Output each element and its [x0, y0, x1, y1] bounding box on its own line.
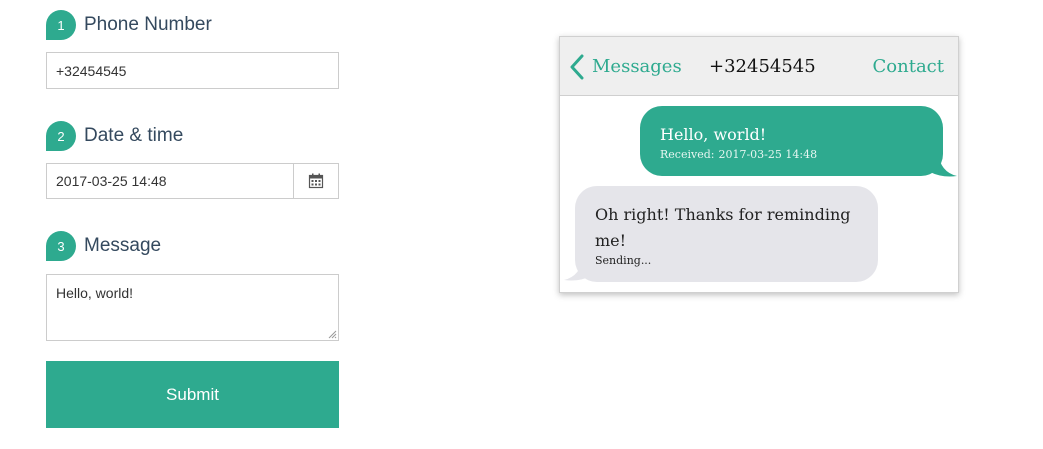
message-label: Message — [84, 235, 162, 256]
message-time: 2017-03-25 14:48 — [718, 148, 818, 161]
message-bubble-incoming: Oh right! Thanks for reminding me! Sendi… — [575, 186, 878, 282]
message-step-header: 3 Message — [46, 231, 161, 261]
message-status: Received: — [660, 148, 715, 161]
datetime-input[interactable]: 2017-03-25 14:48 — [46, 163, 339, 199]
contact-button[interactable]: Contact — [873, 37, 944, 96]
submit-button[interactable]: Submit — [46, 361, 339, 428]
message-bubble-outgoing: Hello, world! Received: 2017-03-25 14:48 — [640, 106, 943, 176]
resize-handle-icon[interactable] — [328, 330, 337, 339]
datetime-value: 2017-03-25 14:48 — [56, 173, 167, 189]
message-meta: Received: 2017-03-25 14:48 — [660, 148, 923, 162]
datetime-label: Date & time — [84, 125, 184, 146]
phone-number-input[interactable]: +32454545 — [46, 52, 339, 89]
step-number-badge: 2 — [46, 121, 76, 151]
datetime-step-header: 2 Date & time — [46, 121, 183, 151]
message-value: Hello, world! — [56, 285, 134, 301]
message-textarea[interactable]: Hello, world! — [46, 274, 339, 341]
step-number-badge: 3 — [46, 231, 76, 261]
chevron-left-icon — [570, 54, 584, 79]
back-button[interactable]: Messages — [570, 37, 682, 96]
phone-number-label: Phone Number — [84, 14, 212, 35]
message-text: Oh right! Thanks for reminding me! — [595, 205, 851, 250]
step-number-badge: 1 — [46, 10, 76, 40]
sms-preview: Messages +32454545 Contact Hello, world!… — [559, 36, 959, 293]
message-status: Sending... — [595, 254, 652, 267]
calendar-icon — [308, 173, 324, 189]
phone-number-value: +32454545 — [56, 62, 127, 79]
phone-step-header: 1 Phone Number — [46, 10, 212, 40]
recipient-number: +32454545 — [709, 56, 816, 77]
back-label: Messages — [592, 56, 682, 77]
preview-header: Messages +32454545 Contact — [560, 37, 958, 96]
calendar-button[interactable] — [293, 164, 338, 198]
message-text: Hello, world! — [660, 125, 767, 144]
